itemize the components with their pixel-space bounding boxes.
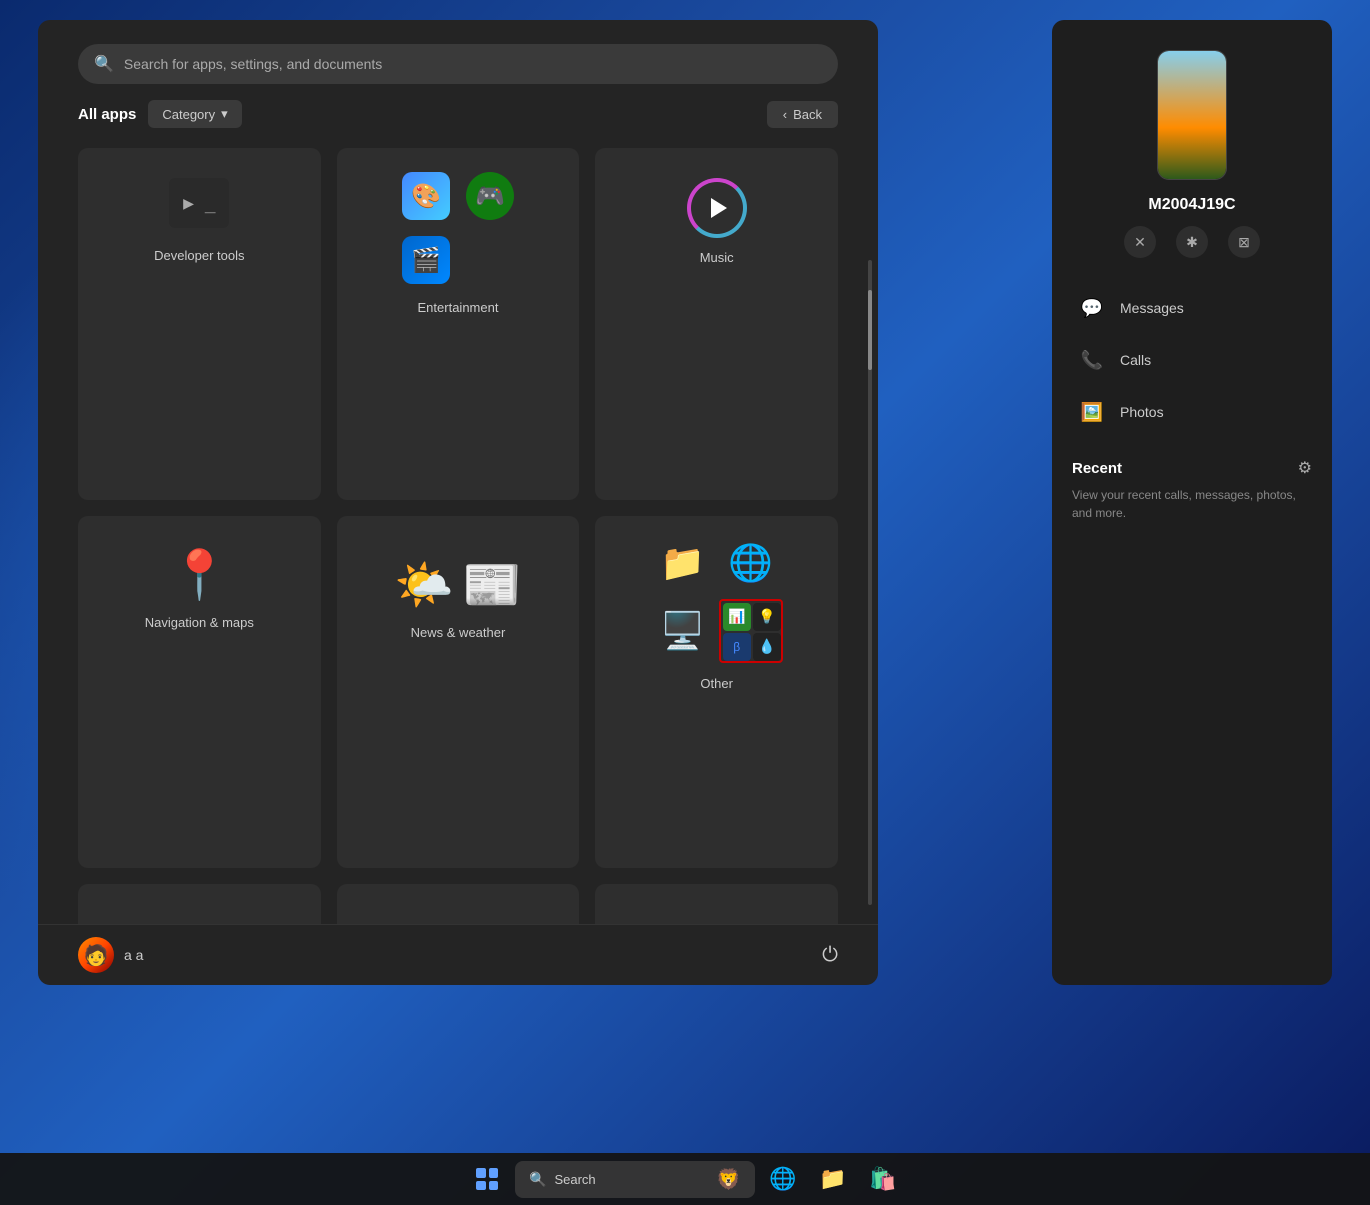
chevron-down-icon: ▾ [221,106,228,122]
edge-taskbar-icon: 🌐 [769,1166,796,1192]
filter-bar: All apps Category ▾ ‹ Back [38,100,878,128]
tile-music[interactable]: Music [595,148,838,500]
all-apps-label: All apps [78,106,136,123]
store-taskbar-icon: 🛍️ [869,1166,896,1192]
phone-close-button[interactable]: ✕ [1124,226,1156,258]
back-button[interactable]: ‹ Back [767,101,838,128]
small-apps-container: 📊 💡 β 💧 [721,601,781,661]
photos-label: Photos [1120,404,1164,420]
tile-news-weather[interactable]: 🌤️ 📰 News & weather [337,516,580,868]
taskbar-search-icon: 🔍 [529,1171,546,1188]
map-pin-icon: 📍 [169,546,229,603]
terminal-icon: ▶ _ [169,178,229,228]
paint-icon: 🎨 [402,172,450,220]
news-weather-icons: 🌤️ 📰 [394,556,522,613]
xbox-icon: 🎮 [466,172,514,220]
messages-icon: 💬 [1078,294,1106,322]
recent-title: Recent [1072,460,1122,477]
tile-other[interactable]: 📁 🌐 🖥️ 📊 💡 β 💧 Other [595,516,838,868]
taskbar-explorer-button[interactable]: 📁 [811,1157,855,1201]
partial-tile-2 [337,884,580,924]
category-button[interactable]: Category ▾ [148,100,241,128]
category-label: Category [162,107,215,122]
news-icon: 📰 [462,556,522,613]
search-bar[interactable]: 🔍 Search for apps, settings, and documen… [78,44,838,84]
avatar: 🧑 [78,937,114,973]
power-button[interactable]: ⏻ [822,944,838,967]
scroll-indicator[interactable] [868,260,872,905]
folder-icon: 📁 [660,542,705,584]
apps-grid: ▶ _ Developer tools 🎨 🎮 🎬 Entertainment … [38,148,878,868]
messages-label: Messages [1120,300,1184,316]
filter-left: All apps Category ▾ [78,100,242,128]
weather-icon: 🌤️ [394,556,454,613]
phone-menu-calls[interactable]: 📞 Calls [1072,334,1312,386]
remote-desktop-icon: 🖥️ [660,610,705,652]
taskbar-search-text: Search [554,1172,595,1187]
phone-screen [1158,51,1226,179]
device-name: M2004J19C [1148,196,1235,214]
phone-panel: M2004J19C ✕ ✱ ⊠ 💬 Messages 📞 Calls 🖼️ Ph… [1052,20,1332,985]
start-bottom-bar: 🧑 a a ⏻ [38,924,878,985]
taskbar: 🔍 Search 🦁 🌐 📁 🛍️ [0,1153,1370,1205]
chevron-left-icon: ‹ [783,107,787,122]
other-icons-grid: 📁 🌐 🖥️ 📊 💡 β 💧 [652,536,782,666]
tile-label-music: Music [700,250,734,265]
small-icon-1: 📊 [723,603,751,631]
taskbar-lion-icon: 🦁 [716,1167,741,1192]
phone-bluetooth-button[interactable]: ✱ [1176,226,1208,258]
small-icon-4: 💧 [753,633,781,661]
username: a a [124,947,143,963]
movie-icon: 🎬 [402,236,450,284]
edge-icon: 🌐 [728,542,773,584]
phone-menu-messages[interactable]: 💬 Messages [1072,282,1312,334]
user-info[interactable]: 🧑 a a [78,937,143,973]
phone-disconnect-button[interactable]: ⊠ [1228,226,1260,258]
tile-developer-tools[interactable]: ▶ _ Developer tools [78,148,321,500]
recent-header: Recent ⚙ [1072,458,1312,478]
tile-label-navigation: Navigation & maps [145,615,254,630]
search-icon: 🔍 [94,54,114,74]
small-icon-3: β [723,633,751,661]
music-circle-icon [687,178,747,238]
taskbar-search-box[interactable]: 🔍 Search 🦁 [515,1161,755,1198]
recent-settings-icon[interactable]: ⚙ [1298,458,1312,478]
back-label: Back [793,107,822,122]
partial-bottom-row [38,884,878,924]
taskbar-start-button[interactable] [465,1157,509,1201]
taskbar-center: 🔍 Search 🦁 🌐 📁 🛍️ [465,1157,905,1201]
entertainment-icons: 🎨 🎮 🎬 [398,168,518,288]
phone-menu-photos[interactable]: 🖼️ Photos [1072,386,1312,438]
windows-logo-icon [476,1168,498,1190]
photos-icon: 🖼️ [1078,398,1106,426]
explorer-taskbar-icon: 📁 [819,1166,846,1192]
recent-description: View your recent calls, messages, photos… [1072,486,1312,522]
taskbar-edge-button[interactable]: 🌐 [761,1157,805,1201]
small-icon-2: 💡 [753,603,781,631]
calls-icon: 📞 [1078,346,1106,374]
tile-label-developer-tools: Developer tools [154,248,244,263]
taskbar-store-button[interactable]: 🛍️ [861,1157,905,1201]
phone-image [1157,50,1227,180]
tile-navigation[interactable]: 📍 Navigation & maps [78,516,321,868]
search-placeholder: Search for apps, settings, and documents [124,56,382,72]
tile-label-entertainment: Entertainment [418,300,499,315]
partial-tile-3 [595,884,838,924]
tile-label-other: Other [700,676,733,691]
play-icon [711,198,727,218]
start-menu: 🔍 Search for apps, settings, and documen… [38,20,878,985]
phone-action-buttons: ✕ ✱ ⊠ [1124,226,1260,258]
scroll-thumb [868,290,872,370]
red-border-box: 📊 💡 β 💧 [719,599,783,663]
partial-tile-1 [78,884,321,924]
calls-label: Calls [1120,352,1151,368]
tile-label-news-weather: News & weather [411,625,506,640]
tile-entertainment[interactable]: 🎨 🎮 🎬 Entertainment [337,148,580,500]
